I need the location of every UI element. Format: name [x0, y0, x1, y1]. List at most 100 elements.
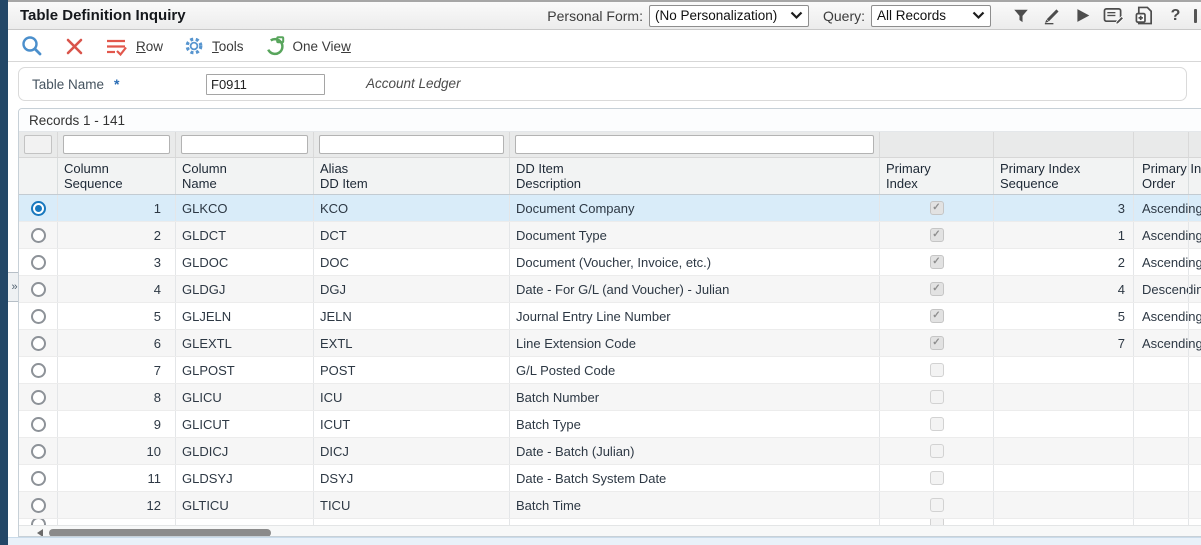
table-name-label: Table Name: [32, 77, 104, 92]
column-header-line2: Name: [182, 176, 307, 191]
primary-index-checkbox: ✓: [930, 255, 944, 269]
filter-cell-pord: [1133, 132, 1188, 157]
row-radio[interactable]: [31, 471, 46, 486]
column-header-alias[interactable]: AliasDD Item: [313, 158, 509, 194]
cell-trail: [1188, 438, 1201, 464]
cell-alias-dd-item: DGJ: [313, 276, 509, 302]
row-radio[interactable]: [31, 363, 46, 378]
filter-funnel-icon[interactable]: [1009, 4, 1032, 27]
cell-primary-index: ✓: [879, 276, 993, 302]
run-play-icon[interactable]: [1071, 4, 1094, 27]
help-icon[interactable]: ?: [1164, 4, 1187, 27]
column-header-pord[interactable]: Primary IndexOrder: [1133, 158, 1188, 194]
toolbar-close-button[interactable]: [64, 36, 85, 57]
row-radio[interactable]: [31, 255, 46, 270]
filter-input-seq[interactable]: [63, 135, 170, 154]
cell-primary-index-sequence: [993, 357, 1133, 383]
row-radio[interactable]: [31, 282, 46, 297]
column-header-name[interactable]: ColumnName: [175, 158, 313, 194]
cell-primary-index-sequence: 5: [993, 303, 1133, 329]
form-notes-icon[interactable]: [1102, 4, 1125, 27]
table-row[interactable]: 7GLPOSTPOSTG/L Posted Code: [19, 357, 1201, 384]
filter-input-desc[interactable]: [515, 135, 874, 154]
scroll-left-arrow[interactable]: [37, 529, 43, 537]
cell-primary-index-sequence: 3: [993, 195, 1133, 221]
query-dropdown[interactable]: All Records: [871, 5, 991, 27]
toolbar-one-view-button[interactable]: One View: [264, 35, 351, 57]
filter-input-name[interactable]: [181, 135, 308, 154]
cell-primary-index: ✓: [879, 303, 993, 329]
table-row[interactable]: 11GLDSYJDSYJDate - Batch System Date: [19, 465, 1201, 492]
primary-index-checkbox: [930, 471, 944, 485]
cell-trail: [1188, 492, 1201, 518]
table-row[interactable]: 8GLICUICUBatch Number: [19, 384, 1201, 411]
filter-input-alias[interactable]: [319, 135, 504, 154]
table-row[interactable]: 1GLKCOKCODocument Company✓3Ascending: [19, 195, 1201, 222]
row-radio-selected[interactable]: [31, 201, 46, 216]
cell-primary-index-order: [1133, 438, 1188, 464]
filter-cell-alias: [313, 132, 509, 157]
table-name-input[interactable]: [206, 74, 325, 95]
cell-alias-dd-item: EXTL: [313, 330, 509, 356]
table-row[interactable]: 2GLDCTDCTDocument Type✓1Ascending: [19, 222, 1201, 249]
cell-primary-index-order: [1133, 492, 1188, 518]
filter-cell-trail: [1188, 132, 1201, 157]
row-radio[interactable]: [31, 228, 46, 243]
column-header-pseq[interactable]: Primary IndexSequence: [993, 158, 1133, 194]
cell-primary-index: ✓: [879, 249, 993, 275]
toolbar-find-button[interactable]: [20, 34, 44, 58]
row-radio[interactable]: [31, 498, 46, 513]
document-add-icon[interactable]: [1133, 4, 1156, 27]
table-row[interactable]: 9GLICUTICUTBatch Type: [19, 411, 1201, 438]
row-radio[interactable]: [31, 336, 46, 351]
cell-alias-dd-item: ICU: [313, 384, 509, 410]
scroll-thumb[interactable]: [49, 529, 271, 537]
cell-alias-dd-item: POST: [313, 357, 509, 383]
row-radio[interactable]: [31, 309, 46, 324]
grid-corner-box: [24, 135, 52, 154]
toolbar-tools-menu-button[interactable]: Tools: [183, 35, 244, 57]
edit-pencil-icon[interactable]: [1040, 4, 1063, 27]
table-row[interactable]: 12GLTICUTICUBatch Time: [19, 492, 1201, 519]
question-mark-glyph: ?: [1171, 7, 1181, 25]
column-header-pidx[interactable]: PrimaryIndex: [879, 158, 993, 194]
row-radio[interactable]: [31, 417, 46, 432]
pie-circle-icon: [264, 35, 286, 57]
cell-trail: [1188, 195, 1201, 221]
table-description: Account Ledger: [366, 76, 461, 91]
table-row[interactable]: 3GLDOCDOCDocument (Voucher, Invoice, etc…: [19, 249, 1201, 276]
query-label: Query:: [823, 8, 865, 24]
table-row[interactable]: 4GLDGJDGJDate - For G/L (and Voucher) - …: [19, 276, 1201, 303]
gear-icon: [183, 35, 205, 57]
cell-primary-index-sequence: 1: [993, 222, 1133, 248]
personal-form-dropdown[interactable]: (No Personalization): [649, 5, 809, 27]
cell-column-sequence: 5: [57, 303, 175, 329]
column-header-seq[interactable]: ColumnSequence: [57, 158, 175, 194]
primary-index-checkbox: ✓: [930, 228, 944, 242]
cell-primary-index-sequence: [993, 384, 1133, 410]
toolbar-row-menu-button[interactable]: Row: [105, 36, 163, 57]
cell-primary-index-order: Ascending: [1133, 330, 1188, 356]
cell-primary-index: ✓: [879, 330, 993, 356]
cell-trail: [1188, 249, 1201, 275]
column-header-trail: [1188, 158, 1201, 194]
row-radio[interactable]: [31, 444, 46, 459]
table-row[interactable]: 10GLDICJDICJDate - Batch (Julian): [19, 438, 1201, 465]
row-select-cell: [19, 357, 57, 383]
toolbar-tools-menu-label: Tools: [212, 39, 244, 54]
column-header-desc[interactable]: DD ItemDescription: [509, 158, 879, 194]
query-value: All Records: [877, 8, 946, 23]
horizontal-scrollbar[interactable]: [19, 525, 1201, 537]
cell-dd-item-description: Batch Time: [509, 492, 879, 518]
cell-column-name: GLDGJ: [175, 276, 313, 302]
table-row[interactable]: 6GLEXTLEXTLLine Extension Code✓7Ascendin…: [19, 330, 1201, 357]
cell-dd-item-description: Line Extension Code: [509, 330, 879, 356]
row-radio[interactable]: [31, 390, 46, 405]
cell-column-name: GLDCT: [175, 222, 313, 248]
cell-column-name: GLDICJ: [175, 438, 313, 464]
column-header-line1: Primary Index: [1000, 161, 1127, 176]
cell-trail: [1188, 411, 1201, 437]
column-header-line1: Primary Index: [1142, 161, 1182, 176]
table-row[interactable]: 5GLJELNJELNJournal Entry Line Number✓5As…: [19, 303, 1201, 330]
cell-dd-item-description: Document (Voucher, Invoice, etc.): [509, 249, 879, 275]
